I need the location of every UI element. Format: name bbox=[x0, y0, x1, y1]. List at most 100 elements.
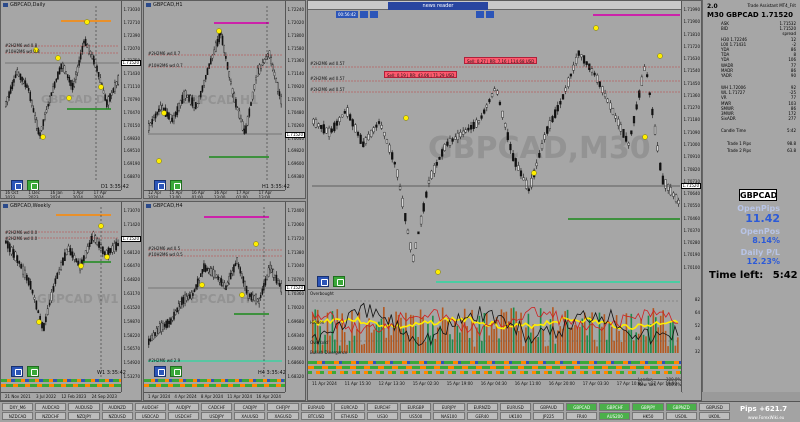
symbol-button-dxym6[interactable]: DXY_M6 bbox=[2, 403, 34, 411]
symbol-button-cadjpy[interactable]: CADJPY bbox=[234, 403, 266, 411]
chart-pane-weekly[interactable]: GBPCAD,Weekly GBPCAD W1 #2H2M6 wd 0.0 #2… bbox=[0, 201, 142, 401]
trade-assistant-panel: 2.0 Trade Assistant MT4_Frit M30 GBPCAD … bbox=[702, 0, 800, 392]
candle bbox=[32, 108, 35, 113]
indicator-pane[interactable]: Overbought Hidden Oversold Bullish Diver… bbox=[308, 289, 681, 359]
candle bbox=[414, 242, 417, 249]
symbol-button-audnzd[interactable]: AUDNZD bbox=[101, 403, 133, 411]
symbol-button-audcad[interactable]: AUDCAD bbox=[35, 403, 67, 411]
symbol-button-gbpaud[interactable]: GBPAUD bbox=[532, 403, 565, 411]
symbol-button-gbpusd[interactable]: GBPUSD bbox=[698, 403, 730, 411]
settings-button[interactable] bbox=[154, 366, 166, 377]
symbol-button-nzdjpy[interactable]: NZDJPY bbox=[68, 412, 100, 420]
symbol-button-gbpjpy[interactable]: GBPJPY bbox=[632, 403, 664, 411]
chart-pane-daily[interactable]: GBPCAD,Daily GBPCAD D1 #2H2M6 wd 0.8 #10… bbox=[0, 0, 142, 199]
link-button[interactable] bbox=[27, 366, 39, 377]
price-chart[interactable] bbox=[144, 1, 287, 191]
candle bbox=[501, 110, 504, 118]
swing-point-marker bbox=[593, 25, 599, 31]
sell-trade-label[interactable]: Sell: 0.27 | RR: 7.16 | 114.68 USD bbox=[464, 57, 538, 64]
candle bbox=[86, 246, 89, 253]
symbol-button-gbpnzd[interactable]: GBPNZD bbox=[665, 403, 697, 411]
candle bbox=[430, 170, 433, 179]
open-pips-value: 11.42 bbox=[745, 212, 780, 225]
settings-button[interactable] bbox=[317, 276, 329, 287]
symbol-button-eurcad[interactable]: EURCAD bbox=[333, 403, 365, 411]
symbol-button-gbpcad[interactable]: GBPCAD bbox=[566, 403, 598, 411]
price-tick: 1.71540 bbox=[683, 68, 700, 74]
symbol-button-chfjpy[interactable]: CHFJPY bbox=[267, 403, 299, 411]
time-tick: 21 Nov 2021 bbox=[5, 394, 31, 399]
symbol-button-audchf[interactable]: AUDCHF bbox=[134, 403, 166, 411]
candle bbox=[113, 243, 116, 252]
candle bbox=[611, 108, 615, 115]
indicator-tick: 32 bbox=[694, 349, 700, 354]
price-chart[interactable] bbox=[1, 1, 123, 191]
symbol-button-usdchf[interactable]: USDCHF bbox=[167, 412, 200, 420]
symbol-button-nzdusd[interactable]: NZDUSD bbox=[101, 412, 133, 420]
symbol-button-usoil[interactable]: USOIL bbox=[665, 412, 697, 420]
candle bbox=[258, 64, 261, 75]
symbol-button-usdcad[interactable]: USDCAD bbox=[134, 412, 166, 420]
symbol-button-aus200[interactable]: AUS200 bbox=[599, 412, 631, 420]
symbol-button-fr40[interactable]: FR40 bbox=[566, 412, 598, 420]
time-axis: 1 Apr 2024 4 Apr 2024 8 Apr 2024 11 Apr 202… bbox=[144, 392, 285, 400]
symbol-button-eurgbp[interactable]: EURGBP bbox=[400, 403, 432, 411]
symbol-button-hk50[interactable]: HK50 bbox=[632, 412, 664, 420]
candle-time-row: Candle Time 5:42 bbox=[721, 128, 796, 133]
symbol-button-nzdchf[interactable]: NZDCHF bbox=[35, 412, 67, 420]
candle bbox=[55, 78, 58, 82]
symbol-button-cadchf[interactable]: CADCHF bbox=[201, 403, 233, 411]
symbol-button-us500[interactable]: US500 bbox=[400, 412, 432, 420]
candle bbox=[240, 118, 242, 123]
candle bbox=[211, 268, 213, 277]
price-tick: 1.70360 bbox=[287, 291, 304, 297]
symbol-button-ethusd[interactable]: ETHUSD bbox=[333, 412, 365, 420]
chart-pane-h1[interactable]: GBPCAD,H1 GBPCAD H1 #2H2M6 wd 0.7 #10H2M… bbox=[143, 0, 306, 199]
chart-pane-m30[interactable]: 00:56:42 news reader GBPCAD,M30 Sell: 0.… bbox=[307, 0, 702, 401]
candle bbox=[173, 311, 175, 320]
candle bbox=[577, 50, 580, 56]
candle bbox=[58, 269, 61, 273]
time-tick: 16 Apr 20:00 bbox=[548, 381, 575, 386]
symbol-button-xauusd[interactable]: XAUUSD bbox=[234, 412, 266, 420]
time-tick: 1 Dec 2023 bbox=[28, 189, 40, 199]
candle bbox=[485, 104, 488, 108]
symbol-button-ukoil[interactable]: UKOIL bbox=[698, 412, 730, 420]
symbol-button-euraud[interactable]: EURAUD bbox=[300, 403, 332, 411]
symbol-button-jp225[interactable]: JP225 bbox=[532, 412, 565, 420]
candle bbox=[48, 302, 51, 306]
candle bbox=[8, 91, 10, 98]
candle bbox=[214, 270, 216, 278]
symbol-button-btcusd[interactable]: BTCUSD bbox=[300, 412, 332, 420]
symbol-button-audjpy[interactable]: AUDJPY bbox=[167, 403, 200, 411]
link-button[interactable] bbox=[333, 276, 345, 287]
time-tick: 4 Apr 2024 bbox=[174, 394, 197, 399]
symbol-button-gbpchf[interactable]: GBPCHF bbox=[599, 403, 631, 411]
link-button[interactable] bbox=[170, 366, 182, 377]
candle bbox=[435, 162, 438, 166]
symbol-button-ger40[interactable]: GER40 bbox=[466, 412, 498, 420]
chart-pane-h4[interactable]: GBPCAD,H4 GBPCAD H4 #2H2M6 wd 0.5 #10H2M… bbox=[143, 201, 306, 401]
settings-button[interactable] bbox=[11, 366, 23, 377]
candle bbox=[50, 92, 53, 96]
price-tick: 1.73030 bbox=[123, 7, 140, 12]
symbol-button-nas100[interactable]: NAS100 bbox=[433, 412, 465, 420]
sell-trade-label[interactable]: Sell: 0.19 | RR: 43.06 | 71.29 USD bbox=[384, 71, 458, 78]
symbol-button-eurjpy[interactable]: EURJPY bbox=[433, 403, 465, 411]
symbol-button-nzdcad[interactable]: NZDCAD bbox=[2, 412, 34, 420]
price-chart[interactable] bbox=[144, 202, 287, 393]
candle bbox=[617, 118, 620, 126]
symbol-button-eurnzd[interactable]: EURNZD bbox=[466, 403, 498, 411]
candle bbox=[278, 283, 281, 287]
symbol-button-audusd[interactable]: AUDUSD bbox=[68, 403, 100, 411]
symbol-button-eurusd[interactable]: EURUSD bbox=[499, 403, 531, 411]
candle bbox=[169, 114, 172, 122]
time-tick: 15 Apr 13:00 bbox=[169, 189, 183, 199]
candle bbox=[632, 115, 636, 124]
symbol-button-uk100[interactable]: UK100 bbox=[499, 412, 531, 420]
swing-point-marker bbox=[78, 263, 84, 269]
symbol-button-us30[interactable]: US30 bbox=[367, 412, 399, 420]
symbol-button-xagusd[interactable]: XAGUSD bbox=[267, 412, 299, 420]
symbol-button-eurchf[interactable]: EURCHF bbox=[367, 403, 399, 411]
symbol-button-usdjpy[interactable]: USDJPY bbox=[201, 412, 233, 420]
